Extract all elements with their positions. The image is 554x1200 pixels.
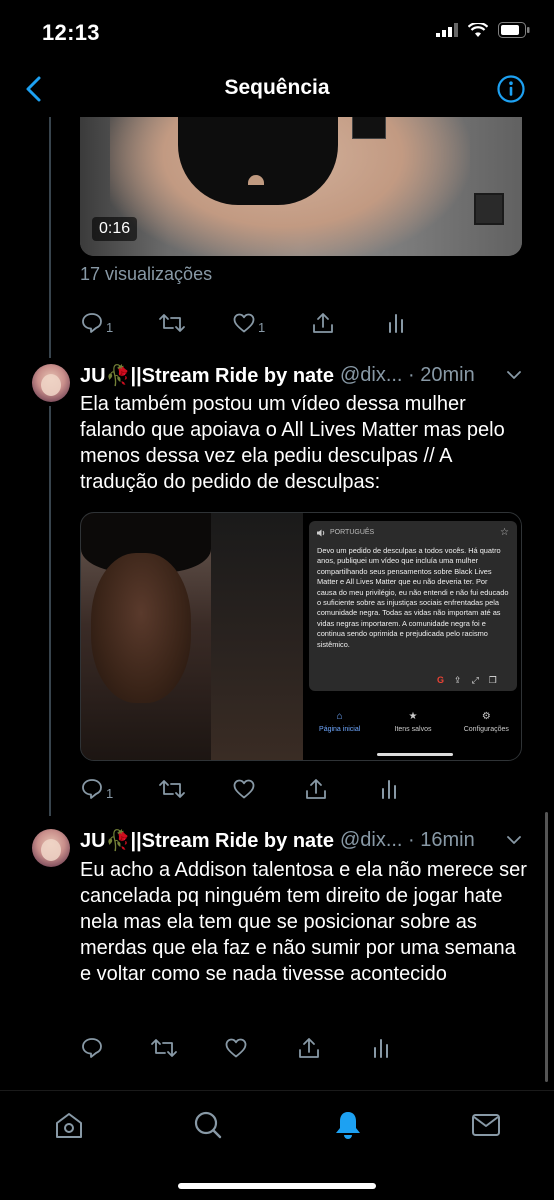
reply-count: 1 [106, 786, 114, 801]
page-title: Sequência [224, 76, 330, 99]
translation-language: PORTUGUÊS [330, 529, 375, 536]
share-button[interactable] [311, 311, 335, 335]
translation-text: Devo um pedido de desculpas a todos você… [317, 546, 509, 649]
tweet-actions [80, 1036, 440, 1066]
reply-button[interactable]: 1 [80, 311, 113, 335]
analytics-icon [389, 314, 403, 333]
share-icon [299, 1038, 319, 1058]
author-name[interactable]: JU🥀||Stream Ride by nate [80, 828, 334, 853]
wifi-icon [468, 22, 488, 37]
reply-button[interactable] [80, 1036, 104, 1060]
share-button[interactable] [297, 1036, 321, 1060]
author-handle-timestamp: @dix... · 16min [339, 828, 475, 851]
like-button[interactable]: 1 [232, 311, 265, 335]
tweet-actions: 1 1 [80, 311, 440, 341]
like-button[interactable] [224, 1036, 248, 1060]
retweet-icon [159, 314, 185, 332]
chevron-down-icon[interactable] [506, 832, 522, 848]
analytics-button[interactable] [369, 1036, 393, 1060]
analytics-button[interactable] [377, 777, 401, 801]
retweet-button[interactable] [158, 777, 186, 801]
star-icon: ★ [408, 711, 418, 722]
thread-line [49, 117, 51, 358]
like-button[interactable] [232, 777, 256, 801]
status-icons [436, 22, 530, 38]
analytics-icon [374, 1039, 388, 1058]
tweet-header: JU🥀||Stream Ride by nate @dix... · 20min [80, 362, 526, 388]
retweet-button[interactable] [158, 311, 186, 335]
tweet-actions: 1 [80, 777, 440, 807]
heart-icon [233, 779, 255, 799]
reply-count: 1 [106, 320, 114, 335]
notifications-icon[interactable] [332, 1109, 364, 1141]
battery-icon [498, 22, 530, 38]
reply-icon [82, 1038, 102, 1058]
speaker-icon [317, 529, 325, 536]
messages-icon[interactable] [470, 1109, 502, 1141]
avatar[interactable] [32, 364, 70, 402]
video-duration: 0:16 [92, 217, 138, 241]
info-icon[interactable] [496, 74, 526, 104]
analytics-icon [382, 780, 396, 799]
translation-screenshot: PORTUGUÊS ☆ Devo um pedido de desculpas … [303, 513, 521, 760]
avatar[interactable] [32, 829, 70, 867]
video-player[interactable]: 0:16 [80, 117, 522, 256]
share-icon [313, 313, 333, 333]
scrollbar[interactable] [545, 812, 548, 1082]
search-icon[interactable] [192, 1109, 224, 1141]
author-handle-timestamp: @dix... · 20min [339, 363, 475, 386]
star-icon: ☆ [500, 527, 509, 538]
tweet-image[interactable]: PORTUGUÊS ☆ Devo um pedido de desculpas … [80, 512, 522, 761]
translation-nav-home: Página inicial [319, 726, 361, 733]
translation-nav-saved: Itens salvos [394, 726, 432, 733]
retweet-button[interactable] [150, 1036, 178, 1060]
thread-line [49, 406, 51, 816]
tweet-text: Ela também postou um vídeo dessa mulher … [80, 393, 505, 493]
status-time: 12:13 [42, 20, 100, 45]
gear-icon: ⚙ [481, 711, 491, 722]
cellular-signal-icon [436, 23, 458, 37]
translation-nav-settings: Configurações [463, 726, 509, 733]
google-icon: G [437, 675, 445, 685]
home-icon: ⌂ [336, 711, 343, 722]
home-indicator[interactable] [178, 1183, 376, 1189]
share-icon: ⇪ [454, 675, 462, 685]
expand-icon: ⤢ [471, 675, 479, 685]
heart-icon [233, 313, 255, 333]
analytics-button[interactable] [384, 311, 408, 335]
tweet-text: Eu acho a Addison talentosa e ela não me… [80, 859, 527, 985]
tweet-header: JU🥀||Stream Ride by nate @dix... · 16min [80, 827, 526, 853]
reply-icon [82, 779, 102, 799]
nav-bar: Sequência [0, 62, 554, 116]
reply-icon [82, 313, 102, 333]
retweet-icon [159, 780, 185, 798]
share-icon [306, 779, 326, 799]
share-button[interactable] [304, 777, 328, 801]
like-count: 1 [258, 320, 266, 335]
copy-icon: ❐ [488, 675, 497, 685]
author-name[interactable]: JU🥀||Stream Ride by nate [80, 363, 334, 388]
home-icon[interactable] [53, 1109, 85, 1141]
view-count[interactable]: 17 visualizações [80, 264, 212, 285]
heart-icon [225, 1038, 247, 1058]
retweet-icon [151, 1039, 177, 1057]
reply-button[interactable]: 1 [80, 777, 113, 801]
status-bar: 12:13 [0, 0, 554, 62]
chevron-down-icon[interactable] [506, 367, 522, 383]
